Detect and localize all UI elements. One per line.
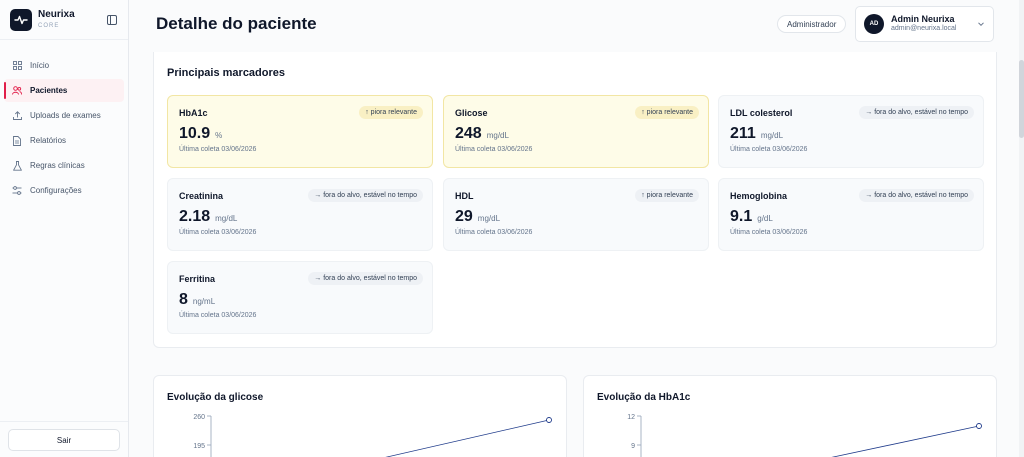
marker-card-ferritina: Ferritina → fora do alvo, estável no tem… [167, 261, 433, 334]
sidebar-item-configuracoes[interactable]: Configurações [4, 179, 124, 202]
marker-value: 8 [179, 291, 188, 308]
marker-date: Última coleta 03/06/2026 [455, 146, 533, 153]
chart-card-hba1c: Evolução da HbA1c 12 9 [583, 375, 997, 457]
marker-value: 248 [455, 125, 482, 142]
y-tick-label: 260 [193, 414, 205, 421]
sidebar-item-pacientes[interactable]: Pacientes [4, 79, 124, 102]
sidebar-item-regras[interactable]: Regras clínicas [4, 154, 124, 177]
marker-unit: mg/dL [215, 214, 238, 223]
series-line [831, 425, 980, 457]
marker-value: 2.18 [179, 208, 211, 225]
trend-badge: ↑ piora relevante [359, 106, 423, 119]
marker-date: Última coleta 03/06/2026 [179, 146, 257, 153]
marker-unit: % [215, 131, 223, 140]
marker-card-hemoglobina: Hemoglobina → fora do alvo, estável no t… [718, 178, 984, 251]
sidebar-item-label: Relatórios [30, 136, 67, 145]
sidebar: Neurixa CORE Início Pacientes Uploads de… [0, 0, 129, 457]
trend-badge: → fora do alvo, estável no tempo [859, 106, 974, 119]
markers-card: Principais marcadores HbA1c ↑ piora rele… [153, 52, 997, 348]
users-icon [12, 86, 22, 96]
marker-unit: ng/mL [192, 297, 216, 306]
sidebar-footer: Sair [0, 421, 128, 457]
section-title: Principais marcadores [167, 67, 286, 79]
flask-icon [12, 160, 22, 171]
sidebar-item-label: Início [30, 61, 50, 70]
marker-date: Última coleta 03/06/2026 [730, 229, 808, 236]
sidebar-item-label: Pacientes [30, 86, 68, 95]
grid-icon [12, 61, 22, 71]
page-scrollbar[interactable] [1019, 0, 1024, 457]
pulse-logo-icon [10, 8, 32, 31]
marker-value: 29 [455, 208, 473, 225]
marker-date: Última coleta 03/06/2026 [179, 312, 257, 319]
y-tick-label: 12 [627, 414, 635, 421]
sidebar-item-label: Configurações [30, 186, 82, 195]
marker-value: 9.1 [730, 208, 753, 225]
marker-unit: g/dL [757, 214, 773, 223]
sidebar-toggle-icon[interactable] [106, 14, 118, 26]
series-line [385, 419, 550, 457]
avatar: AD [864, 14, 884, 34]
file-icon [12, 135, 22, 146]
marker-value: 211 [730, 125, 756, 142]
user-email: admin@neurixa.local [891, 25, 957, 33]
user-menu-button[interactable]: AD Admin Neurixa admin@neurixa.local [855, 6, 994, 42]
trend-badge: → fora do alvo, estável no tempo [308, 189, 423, 202]
chevron-down-icon [977, 20, 985, 28]
brand: Neurixa CORE [0, 0, 128, 40]
trend-badge: → fora do alvo, estável no tempo [859, 189, 974, 202]
data-point[interactable] [976, 423, 982, 429]
marker-value: 10.9 [179, 125, 211, 142]
marker-card-glicose: Glicose ↑ piora relevante 248 mg/dL Últim… [443, 95, 709, 168]
y-tick-label: 195 [193, 443, 205, 450]
hba1c-chart: 12 9 [627, 414, 982, 457]
chart-card-glicose: Evolução da glicose 260 195 [153, 375, 567, 457]
glicose-chart: 260 195 [193, 414, 552, 457]
user-name: Admin Neurixa [891, 14, 955, 25]
brand-name: Neurixa [38, 9, 75, 20]
sidebar-item-uploads[interactable]: Uploads de exames [4, 104, 124, 127]
page-title: Detalhe do paciente [156, 14, 317, 33]
y-tick-label: 9 [631, 443, 635, 450]
marker-card-creatinina: Creatinina → fora do alvo, estável no te… [167, 178, 433, 251]
sliders-icon [12, 186, 22, 196]
marker-card-hba1c: HbA1c ↑ piora relevante 10.9% Última col… [167, 95, 433, 168]
marker-unit: mg/dL [477, 214, 501, 223]
scrollbar-thumb[interactable] [1019, 60, 1024, 138]
role-badge: Administrador [777, 15, 847, 33]
upload-icon [12, 111, 22, 121]
logout-button[interactable]: Sair [8, 429, 120, 451]
marker-card-hdl: HDL ↑ piora relevante 29 mg/dL Última col… [443, 178, 709, 251]
trend-badge: ↑ piora relevante [635, 106, 699, 119]
marker-card-ldl: LDL colesterol → fora do alvo, estável n… [718, 95, 984, 168]
marker-date: Última coleta 03/06/2026 [179, 229, 257, 236]
trend-badge: ↑ piora relevante [635, 189, 699, 202]
brand-sub: CORE [38, 23, 60, 29]
trend-badge: → fora do alvo, estável no tempo [308, 272, 423, 285]
marker-unit: mg/dL [760, 131, 784, 140]
marker-unit: mg/dL [486, 131, 509, 140]
sidebar-item-label: Uploads de exames [30, 111, 101, 120]
marker-date: Última coleta 03/06/2026 [455, 229, 533, 236]
sidebar-item-label: Regras clínicas [30, 161, 85, 170]
data-point[interactable] [546, 417, 552, 423]
sidebar-item-relatorios[interactable]: Relatórios [4, 129, 124, 152]
sidebar-item-inicio[interactable]: Início [4, 54, 124, 77]
marker-date: Última coleta 03/06/2026 [730, 146, 808, 153]
sidebar-nav: Início Pacientes Uploads de exames Relat… [0, 40, 128, 202]
